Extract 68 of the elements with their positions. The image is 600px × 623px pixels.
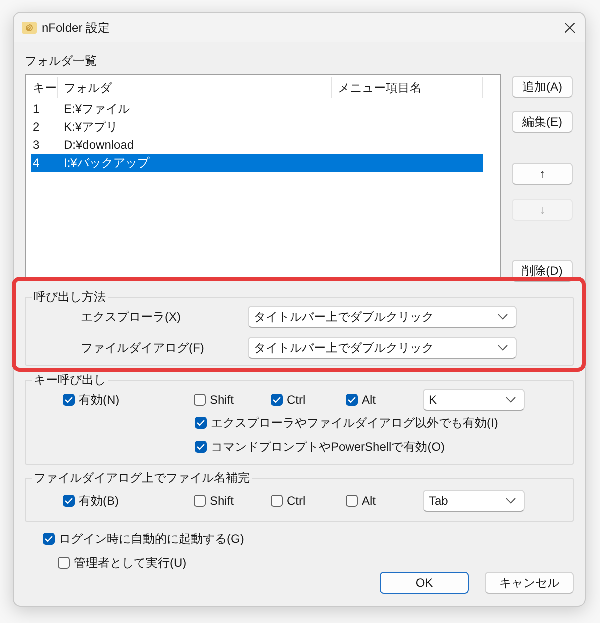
checkbox-label: 管理者として実行(U)	[74, 555, 187, 571]
group-title: 呼び出し方法	[33, 289, 107, 305]
close-icon	[565, 22, 575, 32]
column-header[interactable]: キー	[31, 77, 58, 98]
checkmark-icon	[273, 397, 281, 403]
checkmark-icon	[45, 536, 53, 542]
dropdown[interactable]: K	[423, 389, 525, 411]
list-row[interactable]: 3 D:¥download	[31, 136, 483, 154]
group-title: キー呼び出し	[33, 372, 107, 388]
checkmark-icon	[197, 444, 205, 450]
list-row[interactable]: 4 I:¥バックアップ	[31, 154, 483, 172]
side-button[interactable]: ↑	[512, 163, 573, 185]
checkbox[interactable]	[271, 394, 283, 406]
table-cell-text: 1	[32, 101, 41, 118]
checkmark-icon	[197, 420, 205, 426]
field-label: ファイルダイアログ(F)	[81, 340, 206, 357]
dialog-button[interactable]: キャンセル	[485, 572, 574, 594]
checkbox-label: 有効(N)	[79, 392, 120, 408]
column-header[interactable]: フォルダ	[58, 77, 332, 98]
checkbox-label: コマンドプロンプトやPowerShellで有効(O)	[211, 439, 446, 455]
checkbox-label: Alt	[362, 493, 376, 509]
field-label: エクスプローラ(X)	[81, 309, 182, 326]
checkbox[interactable]	[195, 417, 207, 429]
checkbox[interactable]	[194, 495, 206, 507]
checkbox-label: Alt	[362, 392, 376, 408]
checkbox[interactable]	[58, 557, 70, 569]
checkbox-label: Shift	[210, 493, 234, 509]
dropdown[interactable]: タイトルバー上でダブルクリック	[248, 337, 517, 359]
checkbox-label: Ctrl	[287, 493, 306, 509]
checkbox[interactable]	[346, 495, 358, 507]
app-icon	[22, 22, 37, 34]
table-cell-text: I:¥バックアップ	[63, 155, 150, 172]
checkbox[interactable]	[346, 394, 358, 406]
checkbox-label: Shift	[210, 392, 234, 408]
checkbox-label: エクスプローラやファイルダイアログ以外でも有効(I)	[211, 415, 498, 431]
dialog-button[interactable]: OK	[380, 572, 469, 594]
checkmark-icon	[65, 397, 73, 403]
table-cell-text: 3	[32, 137, 41, 154]
table-cell-text: 4	[32, 155, 41, 172]
list-row[interactable]: 1 E:¥ファイル	[31, 100, 483, 118]
table-cell-text: K:¥アプリ	[63, 119, 118, 136]
group-title: ファイルダイアログ上でファイル名補完	[33, 470, 251, 486]
checkbox[interactable]	[271, 495, 283, 507]
checkbox[interactable]	[195, 441, 207, 453]
chevron-down-icon	[498, 314, 508, 320]
checkmark-icon	[348, 397, 356, 403]
dropdown[interactable]: タイトルバー上でダブルクリック	[248, 306, 517, 328]
checkbox[interactable]	[63, 394, 75, 406]
side-button[interactable]: 追加(A)	[512, 76, 573, 98]
chevron-down-icon	[498, 345, 508, 351]
checkmark-icon	[65, 498, 73, 504]
checkbox[interactable]	[43, 533, 55, 545]
list-row[interactable]: 2 K:¥アプリ	[31, 118, 483, 136]
column-header[interactable]: メニュー項目名	[332, 77, 483, 98]
window-title: nFolder 設定	[42, 20, 110, 36]
checkbox-label: 有効(B)	[79, 493, 119, 509]
table-cell-text: 2	[32, 119, 41, 136]
section-label: フォルダ一覧	[25, 53, 98, 69]
checkbox[interactable]	[194, 394, 206, 406]
chevron-down-icon	[506, 498, 516, 504]
side-button[interactable]: 編集(E)	[512, 111, 573, 133]
checkbox-label: ログイン時に自動的に起動する(G)	[59, 531, 244, 547]
dropdown[interactable]: Tab	[423, 490, 525, 512]
table-cell-text: D:¥download	[63, 137, 134, 154]
checkbox-label: Ctrl	[287, 392, 306, 408]
checkbox[interactable]	[63, 495, 75, 507]
table-cell-text: E:¥ファイル	[63, 101, 130, 118]
chevron-down-icon	[506, 397, 516, 403]
